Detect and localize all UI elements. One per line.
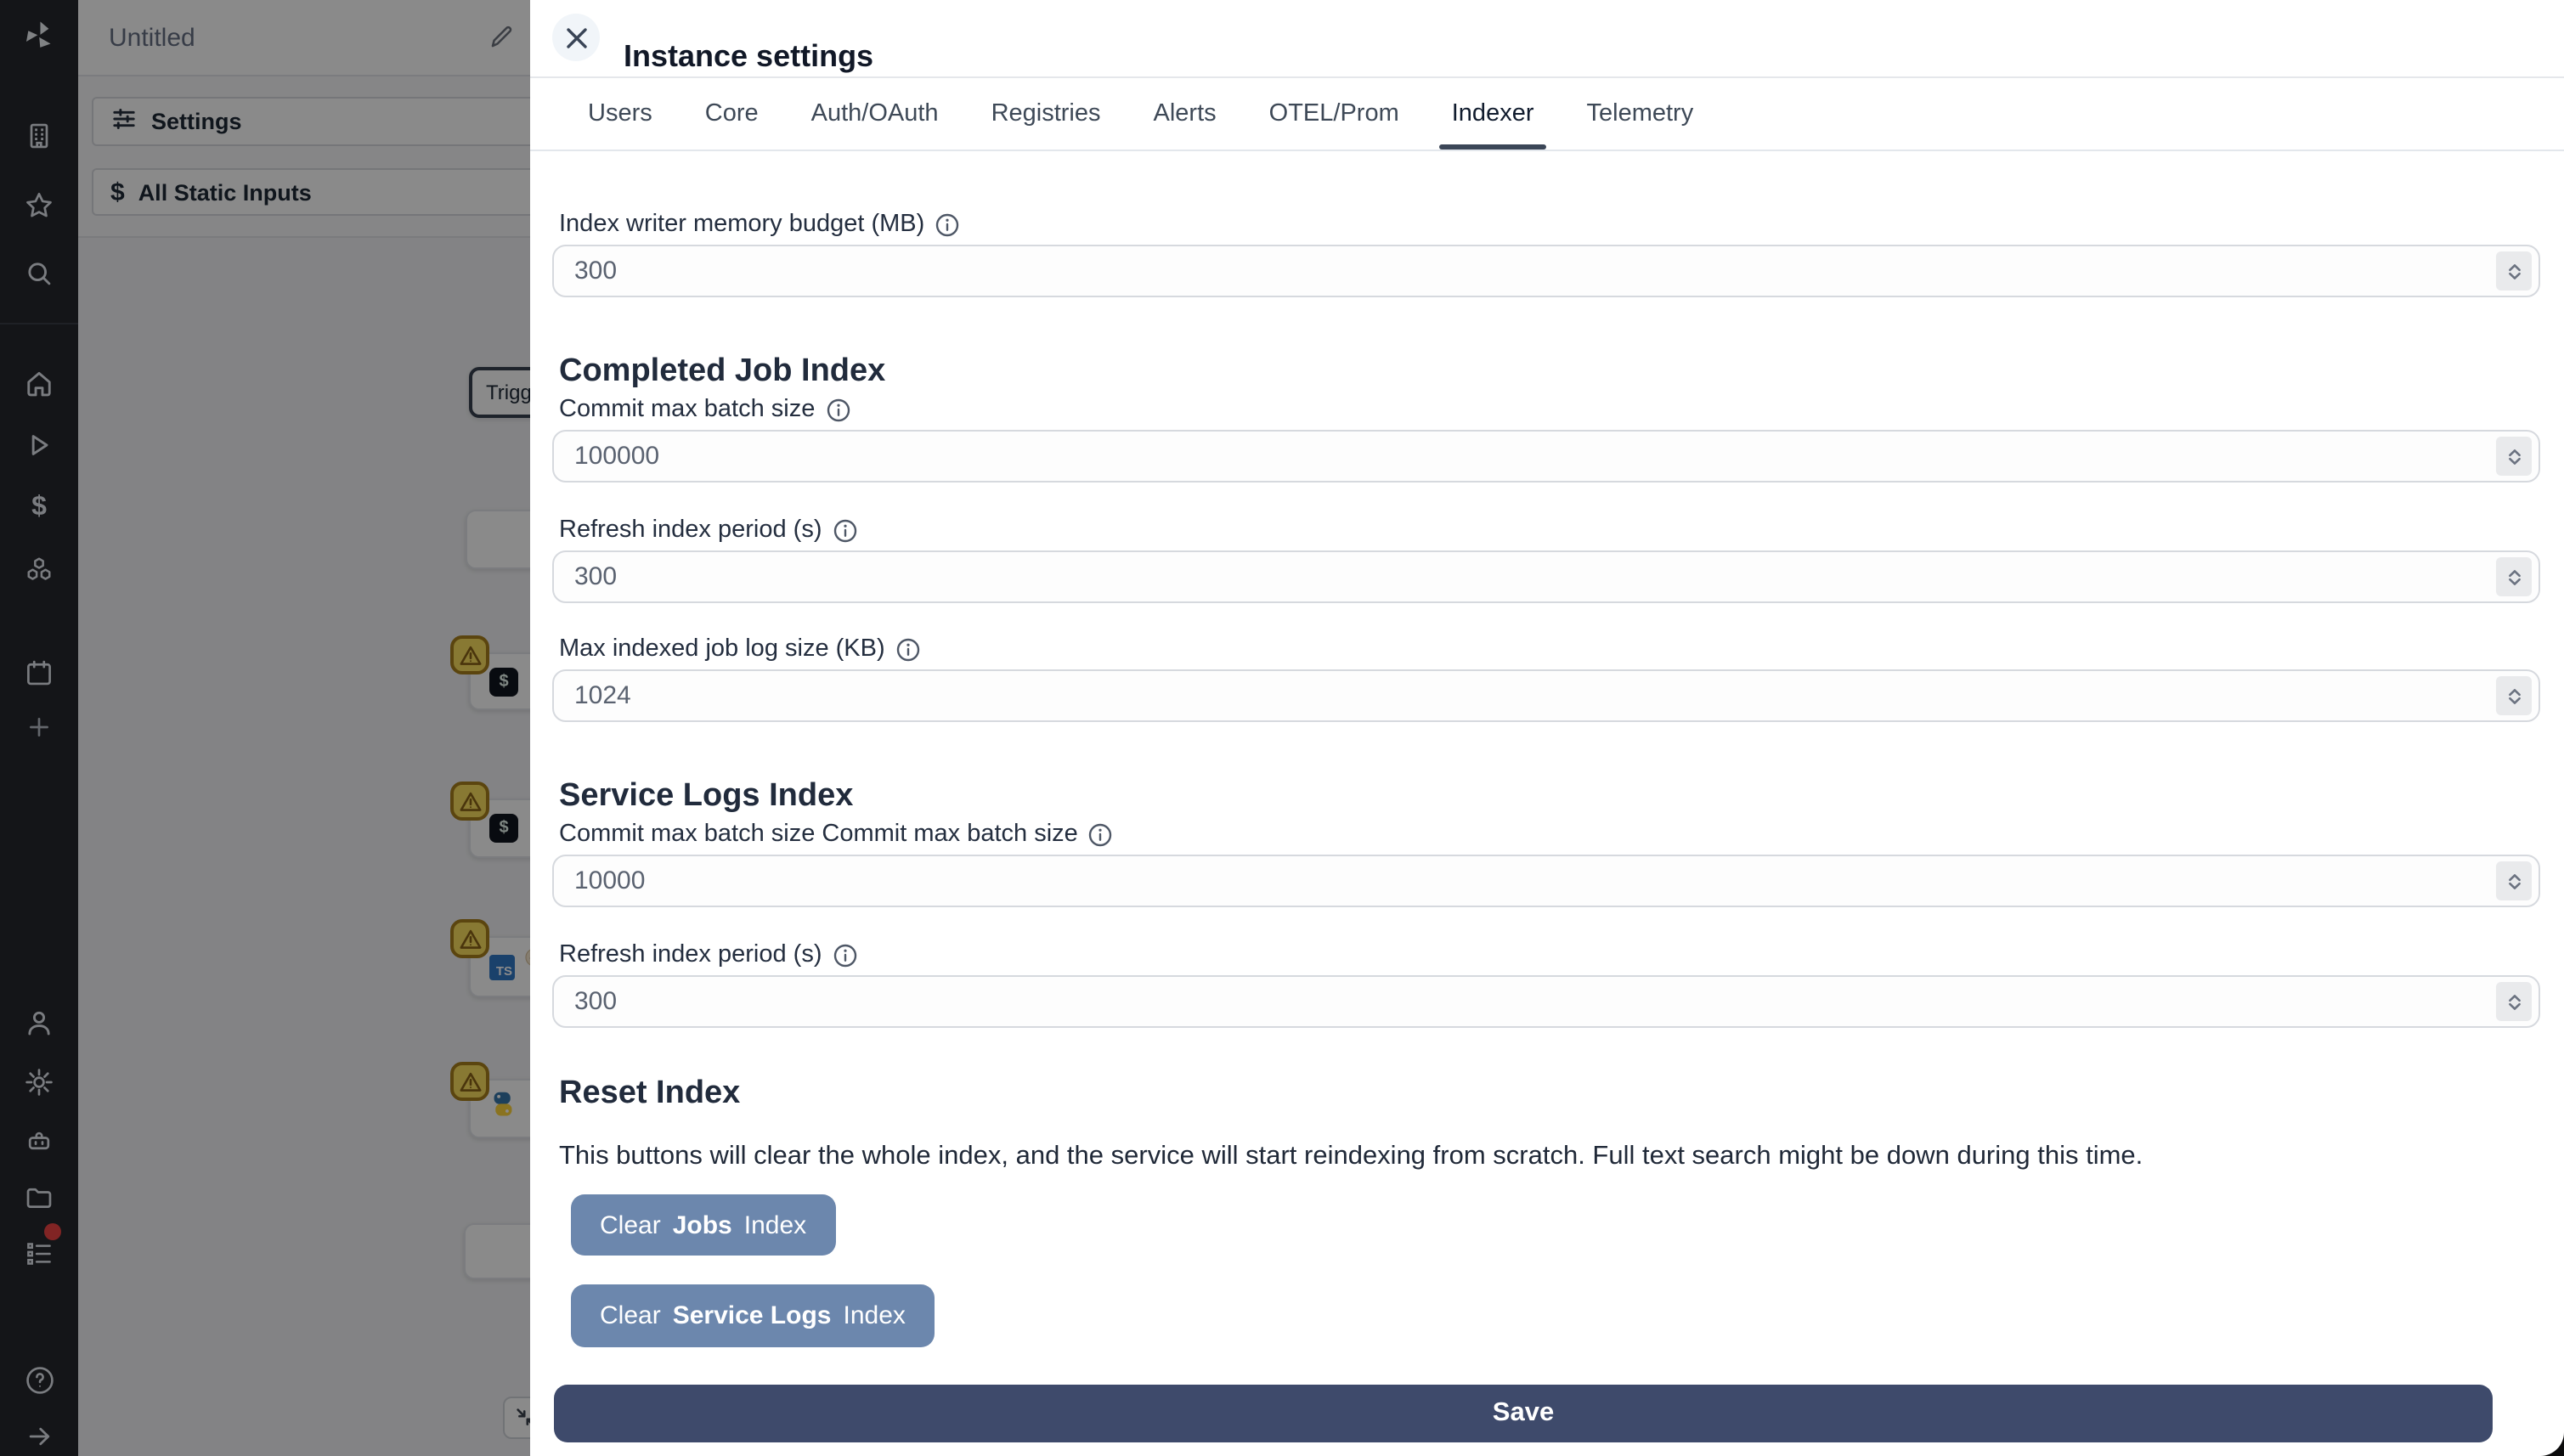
tab-auth-oauth[interactable]: Auth/OAuth <box>811 100 939 127</box>
section-heading-reset-index: Reset Index <box>559 1075 741 1111</box>
tab-otel-prom[interactable]: OTEL/Prom <box>1269 100 1399 127</box>
service-commit-max-batch-input[interactable] <box>552 855 2540 907</box>
info-icon[interactable] <box>895 636 921 662</box>
clear-jobs-index-button[interactable]: Clear Jobs Index <box>571 1194 836 1256</box>
section-heading-service-logs-index: Service Logs Index <box>559 777 854 814</box>
field-label-index-writer-memory: Index writer memory budget (MB) <box>559 211 960 238</box>
number-stepper-icon[interactable] <box>2496 676 2532 715</box>
modal-backdrop[interactable] <box>0 0 530 1456</box>
modal-title: Instance settings <box>624 39 874 74</box>
clear-service-logs-index-button[interactable]: Clear Service Logs Index <box>571 1284 935 1347</box>
field-label-service-commit-max-batch: Commit max batch size Commit max batch s… <box>559 821 1114 848</box>
field-label-commit-max-batch: Commit max batch size <box>559 396 850 423</box>
info-icon[interactable] <box>1088 821 1114 847</box>
settings-tabs: Users Core Auth/OAuth Registries Alerts … <box>530 78 2564 151</box>
service-refresh-period-input[interactable] <box>552 975 2540 1028</box>
number-stepper-icon[interactable] <box>2496 437 2532 476</box>
refresh-index-period-input[interactable] <box>552 550 2540 603</box>
field-label-refresh-index-period: Refresh index period (s) <box>559 516 858 544</box>
section-heading-completed-job-index: Completed Job Index <box>559 353 886 389</box>
max-indexed-job-log-input[interactable] <box>552 669 2540 722</box>
number-stepper-icon[interactable] <box>2496 982 2532 1021</box>
tab-registries[interactable]: Registries <box>991 100 1101 127</box>
tab-alerts[interactable]: Alerts <box>1154 100 1217 127</box>
close-icon <box>566 27 586 48</box>
info-icon[interactable] <box>825 397 850 422</box>
field-label-max-indexed-job-log: Max indexed job log size (KB) <box>559 635 921 663</box>
index-writer-memory-input[interactable] <box>552 245 2540 297</box>
close-button[interactable] <box>552 14 600 61</box>
info-icon[interactable] <box>833 942 858 968</box>
save-button[interactable]: Save <box>554 1385 2493 1442</box>
number-stepper-icon[interactable] <box>2496 861 2532 900</box>
commit-max-batch-input[interactable] <box>552 430 2540 483</box>
info-icon[interactable] <box>833 517 858 543</box>
number-stepper-icon[interactable] <box>2496 557 2532 596</box>
field-label-service-refresh-period: Refresh index period (s) <box>559 941 858 968</box>
info-icon[interactable] <box>935 212 960 237</box>
tab-core[interactable]: Core <box>705 100 759 127</box>
tab-users[interactable]: Users <box>588 100 652 127</box>
reset-index-description: This buttons will clear the whole index,… <box>559 1141 2143 1170</box>
tab-telemetry[interactable]: Telemetry <box>1587 100 1694 127</box>
app-window: $ Untitled Settings $ All Static Inputs … <box>0 0 2564 1456</box>
number-stepper-icon[interactable] <box>2496 251 2532 291</box>
instance-settings-modal: Instance settings Users Core Auth/OAuth … <box>530 0 2564 1456</box>
tab-indexer[interactable]: Indexer <box>1439 100 1547 150</box>
